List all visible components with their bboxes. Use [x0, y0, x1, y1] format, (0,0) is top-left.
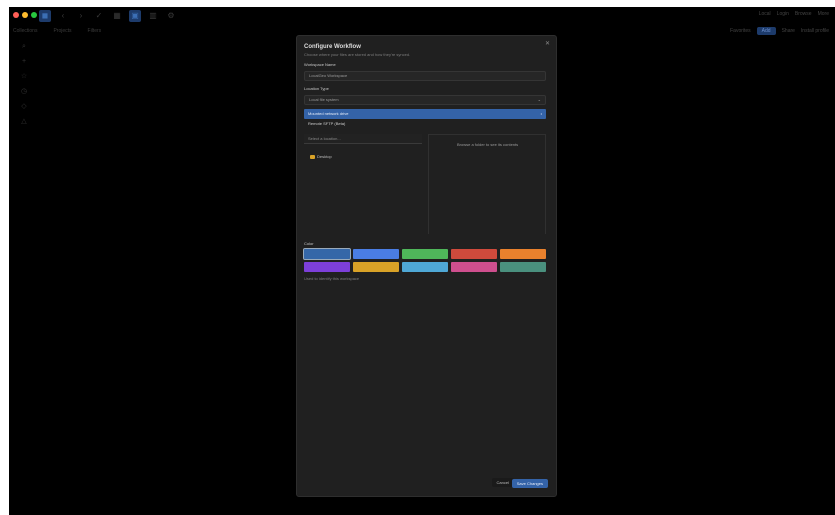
type-select[interactable]: Local file system ⌄	[304, 95, 546, 105]
secondary-toolbar-right: Favorites Add Share Install profile	[730, 27, 829, 35]
sidebar-clock-icon[interactable]: ◷	[9, 84, 39, 99]
folder-icon	[310, 154, 315, 159]
dialog-title: Configure Workflow	[304, 44, 361, 50]
color-swatch-4[interactable]	[451, 249, 497, 259]
tree-item-desktop[interactable]: Desktop	[310, 154, 332, 159]
install-profile-button[interactable]: Install profile	[801, 28, 829, 34]
sidebar-add-icon[interactable]: +	[9, 54, 39, 69]
toolbar-item-more[interactable]: More	[818, 11, 829, 17]
toolbar-item-browse[interactable]: Browse	[795, 11, 812, 17]
check-icon: •	[540, 111, 542, 116]
favorites-button[interactable]: Favorites	[730, 28, 751, 34]
maximize-window-button[interactable]	[31, 12, 37, 18]
color-swatches	[303, 248, 546, 272]
sidebar-tag-icon[interactable]: ◇	[9, 99, 39, 114]
dropdown-option-selected-label: Mounted network drive	[308, 111, 349, 116]
color-label: Color	[304, 241, 314, 246]
nav-projects[interactable]: Projects	[53, 28, 71, 34]
type-label: Location Type	[304, 86, 329, 91]
window-controls	[13, 12, 37, 18]
dialog-subtitle: Choose where your files are stored and h…	[304, 52, 411, 57]
color-swatch-8[interactable]	[402, 262, 448, 272]
name-input[interactable]: LocalGeo Workspace	[304, 71, 546, 81]
toolbar-right: Local Login Browse More	[759, 11, 829, 17]
path-input[interactable]: Select a location...	[304, 134, 422, 144]
folder-preview-pane: Browse a folder to see its contents	[428, 134, 546, 234]
color-swatch-6[interactable]	[304, 262, 350, 272]
color-swatch-2[interactable]	[353, 249, 399, 259]
tree-item-label: Desktop	[317, 154, 332, 159]
check-icon[interactable]: ✓	[93, 10, 105, 22]
add-button[interactable]: Add	[756, 27, 776, 35]
save-button[interactable]: Save Changes	[511, 479, 548, 488]
back-icon[interactable]: ‹	[57, 10, 69, 22]
color-swatch-10[interactable]	[500, 262, 546, 272]
color-swatch-3[interactable]	[402, 249, 448, 259]
panel-icon[interactable]: ▥	[147, 10, 159, 22]
toolbar-item-local[interactable]: Local	[759, 11, 771, 17]
dropdown-option-selected[interactable]: Mounted network drive •	[304, 109, 546, 119]
layout-icon[interactable]: ▣	[129, 10, 141, 22]
color-swatch-9[interactable]	[451, 262, 497, 272]
share-button[interactable]: Share	[782, 28, 795, 34]
app-window: ◼ ‹ › ✓ ▦ ▣ ▥ ⚙ Local Login Browse More …	[9, 7, 835, 515]
configure-dialog: ✕ Configure Workflow Choose where your f…	[296, 35, 557, 497]
nav-filters[interactable]: Filters	[88, 28, 102, 34]
settings-icon[interactable]: ⚙	[165, 10, 177, 22]
color-hint: Used to identify this workspace	[304, 276, 360, 281]
sidebar-star-icon[interactable]: ☆	[9, 69, 39, 84]
sidebar-alert-icon[interactable]: △	[9, 114, 39, 129]
sidebar-search-icon[interactable]: ⌕	[9, 39, 39, 54]
grid-icon[interactable]: ▦	[111, 10, 123, 22]
home-icon[interactable]: ◼	[39, 10, 51, 22]
color-swatch-7[interactable]	[353, 262, 399, 272]
minimize-window-button[interactable]	[22, 12, 28, 18]
cancel-button[interactable]: Cancel	[491, 478, 514, 487]
close-icon[interactable]: ✕	[545, 40, 550, 47]
forward-icon[interactable]: ›	[75, 10, 87, 22]
color-swatch-5[interactable]	[500, 249, 546, 259]
nav-collections[interactable]: Collections	[13, 28, 37, 34]
toolbar-icons: ◼ ‹ › ✓ ▦ ▣ ▥ ⚙	[39, 10, 177, 22]
color-swatch-1[interactable]	[303, 248, 351, 260]
title-bar: ◼ ‹ › ✓ ▦ ▣ ▥ ⚙ Local Login Browse More	[9, 7, 835, 25]
sidebar: ⌕ + ☆ ◷ ◇ △	[9, 39, 39, 129]
name-label: Workspace Name	[304, 62, 336, 67]
type-select-value: Local file system	[309, 97, 339, 102]
close-window-button[interactable]	[13, 12, 19, 18]
secondary-toolbar-left: Collections Projects Filters	[13, 28, 101, 34]
folder-preview-text: Browse a folder to see its contents	[457, 142, 519, 147]
toolbar-item-login[interactable]: Login	[777, 11, 789, 17]
dropdown-option[interactable]: Remote SFTP (Beta)	[304, 120, 422, 128]
chevron-down-icon: ⌄	[537, 97, 541, 102]
